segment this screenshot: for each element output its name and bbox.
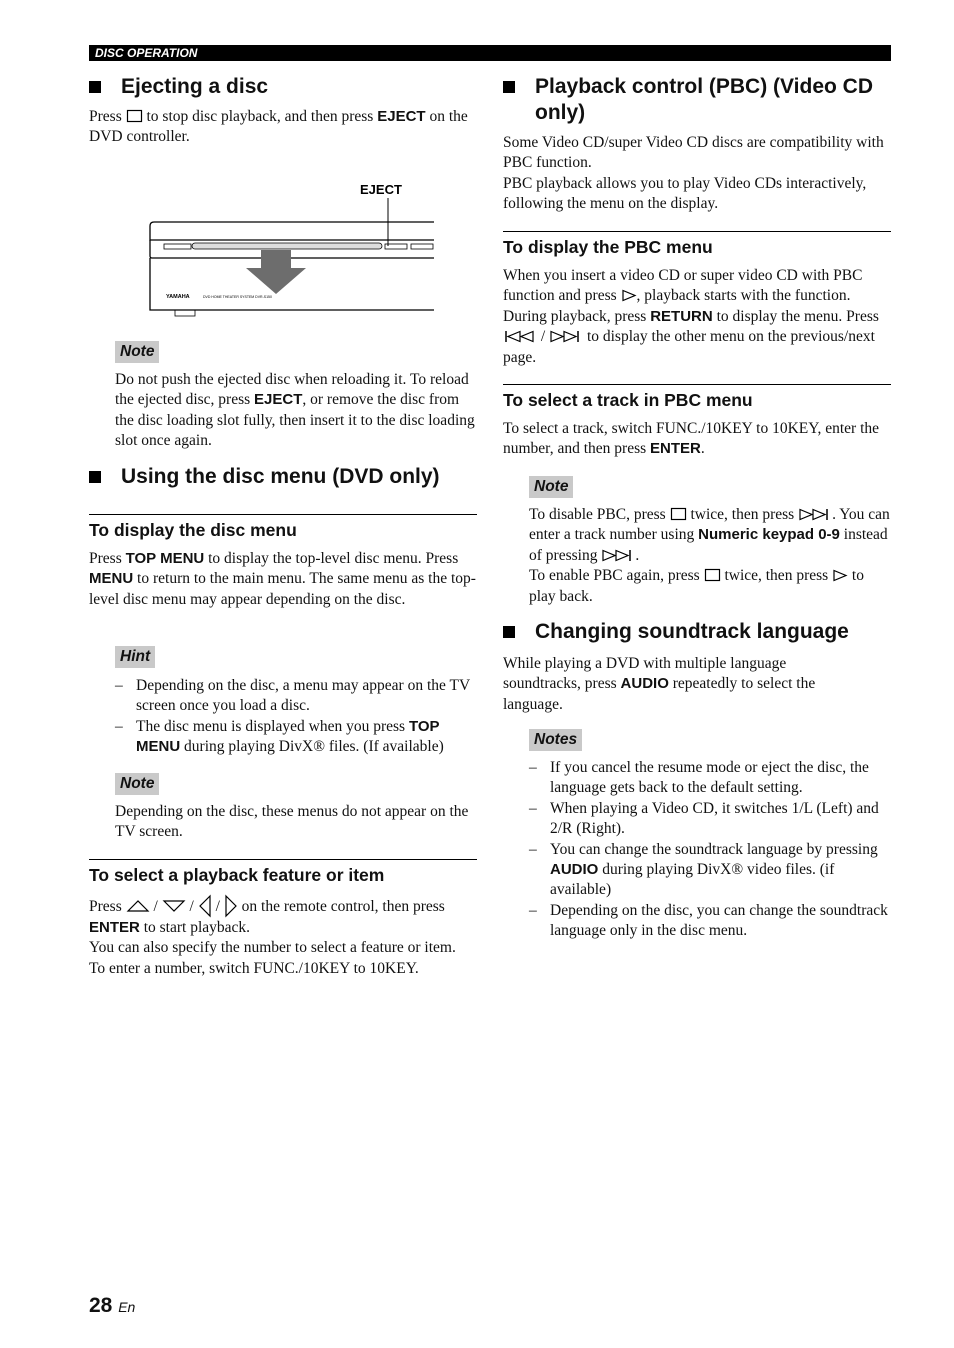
text-run: Some Video CD/super Video CD discs are c…	[503, 134, 884, 172]
text-run: /	[149, 898, 162, 915]
cursor-right-icon	[224, 894, 238, 918]
text-run: to display the top-level disc menu. Pres…	[204, 550, 459, 567]
cursor-down-icon	[162, 898, 186, 915]
svg-text:DVD HOME THEATER SYSTEM DVR-S1: DVD HOME THEATER SYSTEM DVR-S150	[203, 295, 272, 299]
skip-next-icon	[798, 506, 832, 523]
key-name: TOP MENU	[125, 550, 205, 567]
soundtrack-paragraph: While playing a DVD with multiple langua…	[503, 654, 853, 715]
stop-icon	[704, 567, 721, 584]
skip-next-icon	[549, 328, 583, 345]
text-run: to stop disc playback, and then press	[142, 108, 378, 125]
notes-label: Notes	[529, 729, 583, 751]
disc-menu-note: Depending on the disc, these menus do no…	[115, 802, 477, 843]
key-name: RETURN	[650, 307, 713, 325]
heading-soundtrack: Changing soundtrack language	[503, 619, 849, 645]
text-run: on the remote control, then press	[237, 898, 445, 915]
skip-previous-icon	[503, 328, 537, 345]
cursor-up-icon	[126, 898, 150, 915]
key-name: EJECT	[377, 108, 426, 125]
key-name: AUDIO	[620, 675, 669, 693]
text-run: Press	[89, 108, 126, 125]
text-run: Press	[89, 898, 126, 915]
text-run: If you cancel the resume mode or eject t…	[550, 759, 869, 797]
text-run: Depending on the disc, these menus do no…	[115, 803, 469, 841]
key-name: Numeric keypad 0-9	[698, 526, 840, 544]
text-run: PBC playback allows you to play Video CD…	[503, 174, 867, 213]
select-track-paragraph: To select a track, switch FUNC./10KEY to…	[503, 419, 893, 460]
disc-menu-paragraph: Press TOP MENU to display the top-level …	[89, 549, 479, 610]
stop-icon	[126, 108, 143, 125]
text-run: /	[185, 898, 198, 915]
cursor-left-icon	[198, 894, 212, 918]
heading-disc-menu: Using the disc menu (DVD only)	[89, 464, 440, 490]
list-item: If you cancel the resume mode or eject t…	[529, 758, 893, 799]
hint-label: Hint	[115, 646, 156, 668]
section-header-bar: DISC OPERATION	[89, 45, 891, 61]
text-run: .	[700, 440, 705, 458]
list-item: You can change the soundtrack language b…	[529, 840, 893, 901]
text-run: to display the menu. Press	[712, 307, 879, 325]
text-run: To disable PBC, press	[529, 506, 670, 523]
subheading-select-track: To select a track in PBC menu	[503, 384, 891, 411]
dvd-controller-illustration: EJECT YAMAHA DVD HOME THEATER SYSTEM DVR…	[148, 180, 438, 320]
text-run: during playing DivX® files. (If availabl…	[180, 738, 444, 756]
stop-icon	[670, 506, 687, 523]
skip-next-icon	[601, 547, 635, 564]
heading-ejecting-disc: Ejecting a disc	[89, 74, 268, 100]
play-icon	[832, 567, 848, 584]
play-icon	[621, 287, 637, 304]
note-label: Note	[529, 476, 574, 498]
pbc-menu-paragraph: When you insert a video CD or super vide…	[503, 266, 893, 368]
heading-pbc: Playback control (PBC) (Video CD only)	[503, 74, 893, 126]
list-item: Depending on the disc, a menu may appear…	[115, 676, 477, 717]
list-item: The disc menu is displayed when you pres…	[115, 717, 477, 758]
note-label: Note	[115, 341, 160, 363]
text-run: To enable PBC again, press	[529, 567, 704, 585]
page-number: 28 En	[89, 1294, 136, 1317]
key-name: AUDIO	[550, 861, 599, 879]
square-bullet-icon	[503, 81, 515, 93]
eject-direction-arrow-icon	[246, 250, 306, 294]
text-run: .	[635, 546, 640, 564]
subheading-display-pbc-menu: To display the PBC menu	[503, 231, 891, 258]
soundtrack-notes-list: If you cancel the resume mode or eject t…	[529, 758, 893, 942]
hint-list: Depending on the disc, a menu may appear…	[115, 676, 477, 758]
text-run: To enter a number, switch FUNC./10KEY to…	[89, 959, 419, 977]
subheading-select-feature: To select a playback feature or item	[89, 859, 477, 886]
text-run: The disc menu is displayed when you pres…	[136, 717, 409, 735]
text-run: /	[211, 898, 224, 915]
text-run: You can also specify the number to selec…	[89, 939, 456, 957]
note-label: Note	[115, 773, 160, 795]
text-run: twice, then press	[686, 506, 799, 523]
eject-callout-label: EJECT	[360, 182, 402, 197]
text-run: You can change the soundtrack language b…	[550, 840, 878, 858]
text-run: to start playback.	[139, 919, 251, 936]
list-item: When playing a Video CD, it switches 1/L…	[529, 799, 893, 840]
section-title: DISC OPERATION	[95, 46, 198, 60]
list-item: Depending on the disc, you can change th…	[529, 901, 893, 942]
text-run: Depending on the disc, you can change th…	[550, 901, 888, 940]
svg-text:YAMAHA: YAMAHA	[166, 294, 190, 300]
square-bullet-icon	[503, 626, 515, 638]
text-run: twice, then press	[720, 567, 833, 585]
text-run: Press	[89, 550, 126, 567]
key-name: ENTER	[650, 440, 701, 458]
square-bullet-icon	[89, 471, 101, 483]
text-run: When playing a Video CD, it switches 1/L…	[550, 799, 879, 838]
text-run: Depending on the disc, a menu may appear…	[136, 677, 470, 715]
text-run: /	[537, 328, 550, 346]
text-run: to return to the main menu. The same men…	[89, 570, 476, 608]
pbc-note: To disable PBC, press twice, then press …	[529, 505, 891, 607]
select-feature-paragraph: Press / / / on the remote control, then …	[89, 894, 479, 979]
subheading-display-disc-menu: To display the disc menu	[89, 514, 477, 541]
pbc-paragraph: Some Video CD/super Video CD discs are c…	[503, 133, 893, 215]
key-name: EJECT	[254, 391, 303, 409]
eject-note: Do not push the ejected disc when reload…	[115, 370, 477, 452]
key-name: MENU	[89, 570, 134, 588]
square-bullet-icon	[89, 81, 101, 93]
eject-paragraph: Press to stop disc playback, and then pr…	[89, 107, 479, 148]
key-name: ENTER	[89, 919, 140, 936]
